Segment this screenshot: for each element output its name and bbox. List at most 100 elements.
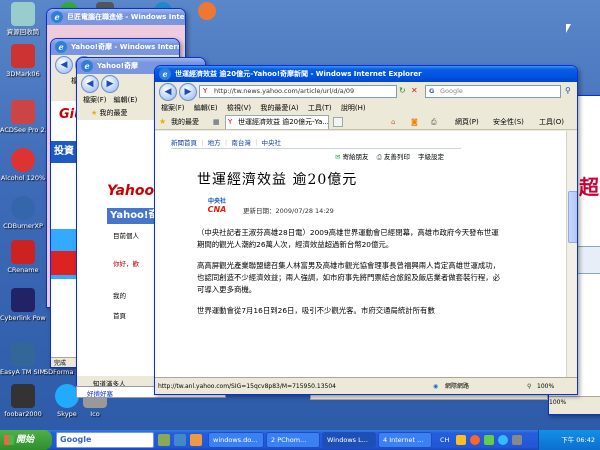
mail-icon: ✉ [335,153,341,161]
new-tab-button[interactable] [333,117,343,127]
globe-icon: ◉ [433,383,439,390]
article-body: （中央社記者王淑芬高雄28日電）2009高雄世界運動會已經閉幕，高雄市政府今天發… [197,227,503,317]
red-block [51,251,77,275]
window-title: 世運經濟效益 逾20億元-Yahoo!奇摩新聞 - Windows Intern… [175,70,422,78]
quicklaunch-icon[interactable] [190,434,202,446]
page-content: 新聞首頁 ｜ 地方 ｜ 南台灣 ｜ 中央社 ✉ 寄給朋友 ⎙ 友善列印 字級設定… [155,131,566,377]
menu-tools[interactable]: 工具(T) [308,104,332,112]
desktop: 資源回收筒 3DMark06 ACDSee Pro 2.0 Alcohol 12… [0,0,600,430]
recycle-bin-icon [11,2,35,26]
status-bar: http://tw.anl.yahoo.com/SIG=15qcv8p83/M=… [155,377,577,394]
menu-view[interactable]: 檢視(V) [227,104,251,112]
taskbar-extra [456,433,532,447]
desktop-icon[interactable]: CRename [0,240,46,274]
google-deskbar[interactable]: Google [56,432,154,448]
page-text: 目前個人 [113,232,139,240]
tools-menu[interactable]: 工具(O) [539,114,564,130]
tray-app-icon[interactable] [470,435,480,445]
tray-app-icon[interactable] [498,435,508,445]
back-button[interactable]: ◀ [55,56,73,74]
refresh-icon[interactable]: ↻ [399,86,406,95]
menu-favorites[interactable]: 我的最愛(A) [260,104,298,112]
desktop-icon[interactable]: CDBurnerXP [0,196,46,230]
search-icon[interactable]: ⚲ [565,86,571,95]
page-text: 你好，歡 [113,260,139,268]
vertical-scrollbar[interactable] [566,131,577,377]
favorites-star-icon: ★ [91,109,98,117]
title-bar[interactable]: e 世運經濟效益 逾20億元-Yahoo!奇摩新聞 - Windows Inte… [155,66,577,82]
desktop-icon[interactable]: Cyberlink PowerDVD 9 [0,288,46,322]
quicklaunch-icon[interactable] [158,434,170,446]
breadcrumb-item[interactable]: 新聞首頁 [171,139,197,147]
desktop-icon[interactable]: 資源回收筒 [0,2,46,36]
title-bar[interactable]: e巨匠電腦在職進修 - Windows Internet Explorer [47,9,185,25]
print-icon[interactable]: ⎙ [431,114,437,130]
breadcrumb-sep: ｜ [199,139,206,147]
desktop-icon[interactable]: ACDSee Pro 2.0 [0,100,46,134]
title-bar[interactable]: eYahoo!奇摩 - Windows Internet Explorer [51,39,179,55]
forward-button[interactable]: ▶ [101,75,119,93]
back-button[interactable]: ◀ [81,75,99,93]
page-menu[interactable]: 網頁(P) [455,114,479,130]
article-paragraph: 高高屏觀光產業聯盟總召集人林富男及高雄市觀光協會理事長曾福興兩人肯定高雄世運成功… [197,261,501,294]
safety-menu[interactable]: 安全性(S) [493,114,524,130]
home-icon[interactable]: ⌂ [391,114,395,130]
breadcrumb-item[interactable]: 地方 [208,139,221,147]
tray-app-icon[interactable] [512,435,522,445]
print-link[interactable]: 友善列印 [384,153,410,161]
language-indicator[interactable]: CH [440,430,449,450]
zoom-icon[interactable]: ⚲ [527,378,531,394]
scrollbar-thumb[interactable] [568,191,577,243]
font-size-link[interactable]: 字級設定 [418,153,444,161]
taskbar-button[interactable]: Windows L... [322,432,376,448]
3dmark-icon [11,44,35,68]
back-button[interactable]: ◀ [159,83,177,101]
powerdvd-icon [11,288,35,312]
quicklaunch-icon[interactable] [174,434,186,446]
mouse-cursor-icon [566,24,571,33]
favorites-label[interactable]: 我的最愛 [171,114,199,130]
menu-help[interactable]: 說明(H) [341,104,366,112]
menu-edit[interactable]: 編輯(E) [194,104,218,112]
desktop-icon[interactable]: foobar2000 [0,384,46,418]
favorites-star-icon[interactable]: ★ [159,114,166,130]
tray-app-icon[interactable] [484,435,494,445]
status-zone: 網際網路 [445,383,470,390]
article-paragraph: 世界運動會從7月16日到26日，吸引不少觀光客。市府交通局統計所有數 [197,306,435,315]
page-text: 首頁 [113,312,126,320]
system-tray: 下午 06:42 [538,430,600,450]
tray-app-icon[interactable] [456,435,466,445]
article-headline: 世運經濟效益 逾20億元 [197,172,358,188]
desktop-icon[interactable]: EasyA TM SIM 卡編輯 [0,342,46,376]
acdsee-icon [11,100,35,124]
breadcrumb: 新聞首頁 ｜ 地方 ｜ 南台灣 ｜ 中央社 [171,137,281,147]
forward-button[interactable]: ▶ [179,83,197,101]
taskbar-button[interactable]: windows.do... [208,432,264,448]
desktop-icon[interactable]: 3DMark06 [0,44,46,78]
clock[interactable]: 下午 06:42 [561,436,595,444]
stop-icon[interactable]: ✕ [411,86,418,95]
taskbar-button[interactable]: 4 Internet ... [378,432,432,448]
menu-file[interactable]: 檔案(F) [161,104,185,112]
send-to-friend-link[interactable]: 寄給朋友 [343,153,369,161]
search-input[interactable]: G Google [425,85,561,98]
desktop-icon[interactable]: Alcohol 120% [0,148,46,182]
front-browser-window[interactable]: e 世運經濟效益 逾20億元-Yahoo!奇摩新聞 - Windows Inte… [154,65,578,395]
article-paragraph: （中央社記者王淑芬高雄28日電）2009高雄世界運動會已經閉幕，高雄市政府今天發… [197,228,499,249]
tab-grid-icon[interactable]: ▦ [213,114,220,130]
breadcrumb-item[interactable]: 南台灣 [231,139,251,147]
start-button[interactable]: 開始 [0,430,52,450]
taskbar-button[interactable]: 2 PChom... [266,432,320,448]
browser-tab[interactable]: Y 世運經濟效益 逾20億元-Ya... [225,115,329,129]
status-url: http://tw.anl.yahoo.com/SIG=15qcv8p83/M=… [158,383,336,390]
page-icon: Y [203,87,208,95]
google-search-icon: G [429,87,435,95]
favorites-label[interactable]: 我的最愛 [100,109,128,117]
feed-icon[interactable]: ◙ [411,114,418,130]
breadcrumb-item[interactable]: 中央社 [261,139,281,147]
page-text: 我的 [113,292,126,300]
firefox-icon[interactable] [198,2,216,20]
zoom-level[interactable]: 100% [537,378,554,394]
address-row: ◀ ▶ Y http://tw.news.yahoo.com/article/u… [155,82,577,102]
address-bar[interactable]: Y http://tw.news.yahoo.com/article/url/d… [199,85,397,98]
